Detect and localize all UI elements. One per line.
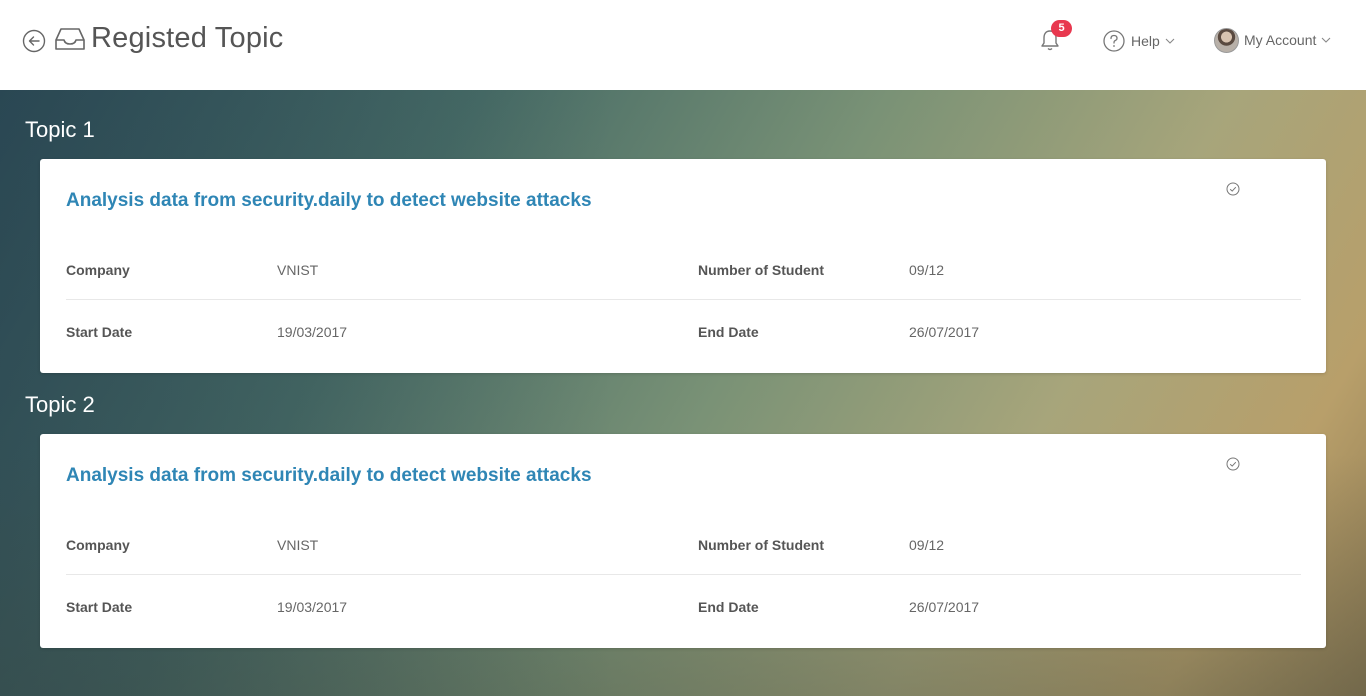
company-value: VNIST xyxy=(277,537,319,553)
help-menu[interactable]: Help xyxy=(1103,29,1175,53)
company-value: VNIST xyxy=(277,262,319,278)
students-value: 09/12 xyxy=(909,262,945,278)
topic-card: Analysis data from security.daily to det… xyxy=(40,434,1326,648)
topic-heading: Topic 2 xyxy=(25,392,95,417)
end-date-value: 26/07/2017 xyxy=(909,599,980,615)
end-date-label: End Date xyxy=(698,599,759,615)
top-bar: Registed Topic 5 Help My Account xyxy=(0,0,1366,90)
chevron-down-icon xyxy=(1165,38,1175,44)
students-label: Number of Student xyxy=(698,262,824,278)
back-arrow-icon[interactable] xyxy=(22,29,46,53)
inbox-icon xyxy=(55,28,85,50)
detail-row: Company VNIST Number of Student 09/12 xyxy=(66,525,1301,575)
company-label: Company xyxy=(66,537,130,553)
start-date-label: Start Date xyxy=(66,324,133,340)
topic-heading: Topic 1 xyxy=(25,117,95,142)
detail-row: Start Date 19/03/2017 End Date 26/07/201… xyxy=(66,587,1301,627)
company-label: Company xyxy=(66,262,130,278)
avatar xyxy=(1214,27,1239,53)
end-date-label: End Date xyxy=(698,324,759,340)
detail-row: Start Date 19/03/2017 End Date 26/07/201… xyxy=(66,312,1301,352)
start-date-label: Start Date xyxy=(66,599,133,615)
help-label: Help xyxy=(1131,33,1160,49)
topic-title-link[interactable]: Analysis data from security.daily to det… xyxy=(66,190,592,212)
notification-badge[interactable]: 5 xyxy=(1051,20,1072,37)
detail-row: Company VNIST Number of Student 09/12 xyxy=(66,250,1301,300)
account-label: My Account xyxy=(1244,32,1317,48)
start-date-value: 19/03/2017 xyxy=(277,599,348,615)
chevron-down-icon xyxy=(1321,37,1331,43)
check-circle-icon[interactable] xyxy=(1226,182,1240,196)
help-question-icon xyxy=(1103,30,1125,52)
students-value: 09/12 xyxy=(909,537,945,553)
end-date-value: 26/07/2017 xyxy=(909,324,980,340)
topic-card: Analysis data from security.daily to det… xyxy=(40,159,1326,373)
start-date-value: 19/03/2017 xyxy=(277,324,348,340)
topic-title-link[interactable]: Analysis data from security.daily to det… xyxy=(66,465,592,487)
students-label: Number of Student xyxy=(698,537,824,553)
check-circle-icon[interactable] xyxy=(1226,457,1240,471)
page-title: Registed Topic xyxy=(91,22,284,54)
account-menu[interactable]: My Account xyxy=(1214,27,1331,53)
